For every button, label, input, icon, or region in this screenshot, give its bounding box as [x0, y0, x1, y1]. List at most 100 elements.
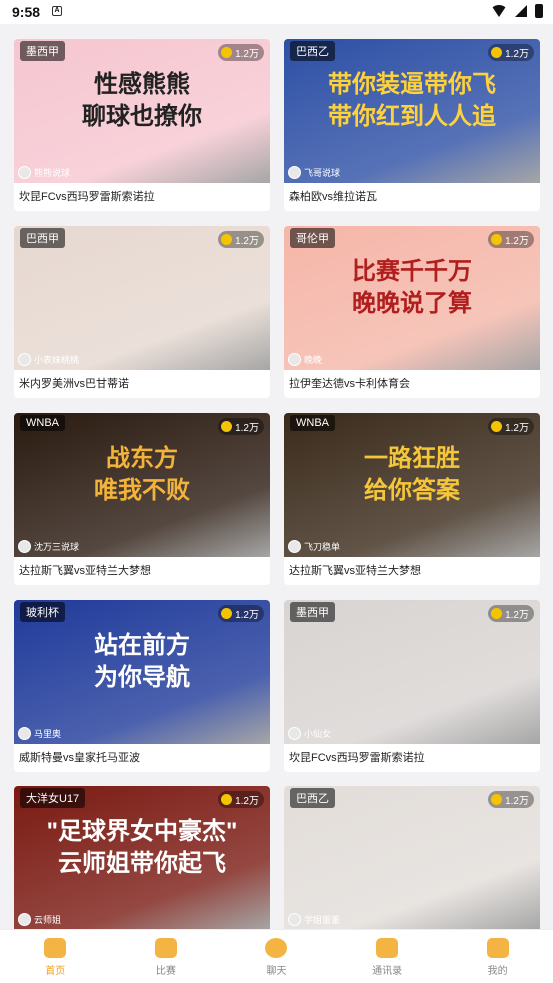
live-card[interactable]: 站在前方 为你导航 玻利杯 1.2万 马里奥 威斯特曼vs皇家托马亚波 — [14, 600, 270, 772]
heat-badge: 1.2万 — [218, 44, 264, 61]
live-card[interactable]: 巴西甲 1.2万 小表妹桃桃 米内罗美洲vs巴甘蒂诺 — [14, 226, 270, 398]
coin-icon — [491, 47, 503, 58]
anchor-name: 马里奥 — [34, 729, 62, 739]
match-title: 米内罗美洲vs巴甘蒂诺 — [19, 378, 129, 390]
coin-icon — [491, 421, 503, 432]
avatar — [18, 540, 31, 553]
heat-badge: 1.2万 — [218, 605, 264, 622]
anchor-name: 熊熊说球 — [34, 168, 71, 178]
anchor-name: 沈万三说球 — [34, 542, 80, 552]
league-badge: WNBA — [290, 415, 335, 431]
cover-slogan: 带你装逼带你飞 带你红到人人追 — [328, 71, 496, 130]
anchor-info: 晚晚 — [288, 353, 322, 366]
heat-badge: 1.2万 — [488, 231, 534, 248]
coin-icon — [221, 421, 233, 432]
heat-count: 1.2万 — [235, 423, 259, 434]
heat-badge: 1.2万 — [218, 231, 264, 248]
avatar — [18, 166, 31, 179]
anchor-info: 小表妹桃桃 — [18, 353, 79, 366]
tab-contacts[interactable]: 通讯录 — [332, 930, 443, 983]
tab-home[interactable]: 首页 — [0, 930, 111, 983]
live-card[interactable]: 性感熊熊 聊球也撩你 墨西甲 1.2万 熊熊说球 坎昆FCvs西玛罗雷斯索诺拉 — [14, 39, 270, 211]
coin-icon — [221, 608, 233, 619]
live-card[interactable]: 带你装逼带你飞 带你红到人人追 巴西乙 1.2万 飞哥说球 森柏欧vs维拉诺瓦 — [284, 39, 540, 211]
card-cover: 墨西甲 1.2万 小仙女 — [284, 600, 540, 744]
league-badge: 大洋女U17 — [20, 788, 86, 808]
match-title: 坎昆FCvs西玛罗雷斯索诺拉 — [19, 191, 155, 203]
anchor-name: 小表妹桃桃 — [34, 355, 80, 365]
contacts-icon — [376, 938, 399, 958]
match-title: 森柏欧vs维拉诺瓦 — [289, 191, 377, 203]
card-cover: 带你装逼带你飞 带你红到人人追 巴西乙 1.2万 飞哥说球 — [284, 39, 540, 183]
heat-badge: 1.2万 — [218, 791, 264, 808]
live-card[interactable]: 比赛千千万 晚晚说了算 哥伦甲 1.2万 晚晚 拉伊奎达德vs卡利体育会 — [284, 226, 540, 398]
card-cover: 巴西甲 1.2万 小表妹桃桃 — [14, 226, 270, 370]
anchor-info: 飞刀稳单 — [288, 540, 340, 553]
heat-count: 1.2万 — [235, 610, 259, 621]
match-title: 威斯特曼vs皇家托马亚波 — [19, 752, 140, 764]
notification-icon: A — [52, 6, 62, 16]
live-card[interactable]: 巴西乙 1.2万 学姐董董 — [284, 786, 540, 929]
match-title: 坎昆FCvs西玛罗雷斯索诺拉 — [289, 752, 425, 764]
match-title: 达拉斯飞翼vs亚特兰大梦想 — [289, 565, 421, 577]
tab-match[interactable]: 比赛 — [111, 930, 222, 983]
heat-count: 1.2万 — [505, 796, 529, 807]
coin-icon — [491, 794, 503, 805]
league-badge: 巴西甲 — [20, 228, 65, 248]
anchor-info: 马里奥 — [18, 727, 61, 740]
card-cover: 战东方 唯我不败 WNBA 1.2万 沈万三说球 — [14, 413, 270, 557]
cover-slogan: 比赛千千万 晚晚说了算 — [352, 258, 472, 317]
anchor-info: 飞哥说球 — [288, 166, 340, 179]
tab-profile[interactable]: 我的 — [442, 930, 553, 983]
anchor-info: 学姐董董 — [288, 913, 340, 926]
avatar — [288, 353, 301, 366]
heat-badge: 1.2万 — [218, 418, 264, 435]
card-cover: 巴西乙 1.2万 学姐董董 — [284, 786, 540, 929]
league-badge: 墨西甲 — [20, 41, 65, 61]
league-badge: 哥伦甲 — [290, 228, 335, 248]
live-card[interactable]: 战东方 唯我不败 WNBA 1.2万 沈万三说球 达拉斯飞翼vs亚特兰大梦想 — [14, 413, 270, 585]
tab-label: 通讯录 — [372, 966, 403, 977]
tab-label: 我的 — [487, 966, 508, 977]
cover-slogan: 性感熊熊 聊球也撩你 — [82, 71, 202, 130]
heat-count: 1.2万 — [235, 236, 259, 247]
tab-chat[interactable]: 聊天 — [221, 930, 332, 983]
live-room-feed[interactable]: 性感熊熊 聊球也撩你 墨西甲 1.2万 熊熊说球 坎昆FCvs西玛罗雷斯索诺拉 … — [0, 24, 553, 929]
cover-slogan: "足球界女中豪杰" 云师姐带你起飞 — [46, 818, 238, 877]
heat-count: 1.2万 — [505, 236, 529, 247]
anchor-name: 小仙女 — [304, 729, 332, 739]
anchor-info: 沈万三说球 — [18, 540, 79, 553]
anchor-name: 晚晚 — [304, 355, 323, 365]
heat-count: 1.2万 — [235, 796, 259, 807]
heat-badge: 1.2万 — [488, 605, 534, 622]
profile-icon — [486, 938, 509, 958]
cover-slogan: 站在前方 为你导航 — [94, 632, 190, 691]
avatar — [18, 913, 31, 926]
tab-label: 首页 — [45, 966, 66, 977]
league-badge: 巴西乙 — [290, 788, 335, 808]
battery-icon — [535, 4, 543, 18]
anchor-name: 飞哥说球 — [304, 168, 341, 178]
coin-icon — [221, 794, 233, 805]
live-card[interactable]: 墨西甲 1.2万 小仙女 坎昆FCvs西玛罗雷斯索诺拉 — [284, 600, 540, 772]
heat-badge: 1.2万 — [488, 791, 534, 808]
chat-icon — [265, 938, 288, 958]
tab-label: 聊天 — [266, 966, 287, 977]
clock: 9:58 — [12, 4, 41, 20]
heat-badge: 1.2万 — [488, 44, 534, 61]
coin-icon — [221, 234, 233, 245]
coin-icon — [221, 47, 233, 58]
cover-slogan: 战东方 唯我不败 — [94, 445, 190, 504]
bottom-tab-bar: 首页 比赛 聊天 通讯录 我的 — [0, 929, 553, 983]
league-badge: WNBA — [20, 415, 65, 431]
heat-count: 1.2万 — [505, 423, 529, 434]
live-card[interactable]: 一路狂胜 给你答案 WNBA 1.2万 飞刀稳单 达拉斯飞翼vs亚特兰大梦想 — [284, 413, 540, 585]
match-title: 达拉斯飞翼vs亚特兰大梦想 — [19, 565, 151, 577]
avatar — [18, 727, 31, 740]
anchor-name: 学姐董董 — [304, 915, 341, 925]
cover-slogan: 一路狂胜 给你答案 — [364, 445, 460, 504]
match-title: 拉伊奎达德vs卡利体育会 — [289, 378, 410, 390]
wifi-icon — [491, 5, 507, 17]
card-cover: 比赛千千万 晚晚说了算 哥伦甲 1.2万 晚晚 — [284, 226, 540, 370]
live-card[interactable]: "足球界女中豪杰" 云师姐带你起飞 大洋女U17 1.2万 云师姐 — [14, 786, 270, 929]
